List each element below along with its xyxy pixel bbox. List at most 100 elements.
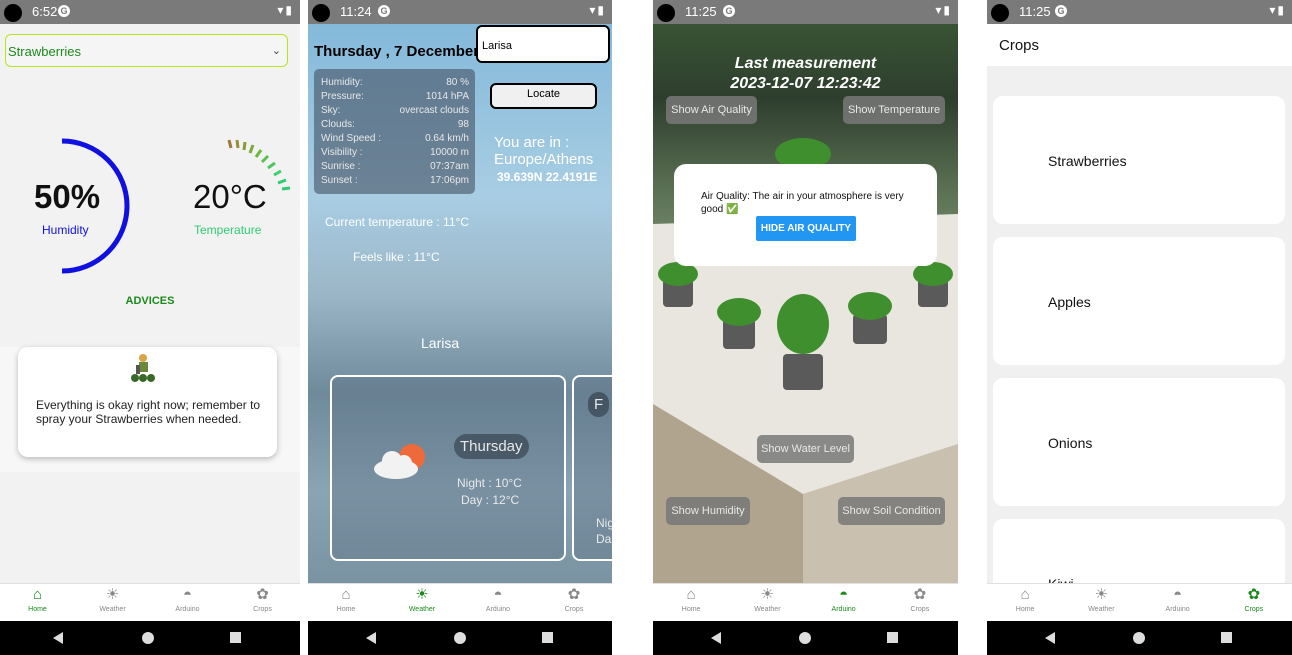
back-icon[interactable] xyxy=(711,632,721,644)
show-soil-condition-button[interactable]: Show Soil Condition xyxy=(838,497,945,525)
app-header: Crops xyxy=(987,24,1292,66)
feels-like: Feels like : 11°C xyxy=(353,250,440,264)
hide-air-quality-button[interactable]: HIDE AIR QUALITY xyxy=(756,216,856,241)
tab-arduino[interactable]: ◓ Arduino xyxy=(150,584,225,621)
system-nav-bar xyxy=(308,621,612,655)
location-info: You are in : Europe/Athens xyxy=(494,134,593,168)
bottom-tab-bar: ⌂ Home ☀ Weather ◓ Arduino ✿ Crops xyxy=(308,583,612,621)
back-icon[interactable] xyxy=(366,632,376,644)
forecast-card[interactable]: Thursday Night : 10°C Day : 12°C xyxy=(330,375,566,561)
tab-arduino[interactable]: ◓ Arduino xyxy=(806,584,882,621)
back-icon[interactable] xyxy=(1045,632,1055,644)
google-icon: G xyxy=(723,5,735,17)
crop-name: Strawberries xyxy=(1048,153,1127,169)
tab-arduino[interactable]: ◓ Arduino xyxy=(1140,584,1216,621)
tab-weather[interactable]: ☀ Weather xyxy=(729,584,805,621)
location-coords: 39.639N 22.4191E xyxy=(497,170,598,184)
tab-label: Home xyxy=(1015,606,1035,613)
tab-home[interactable]: ⌂ Home xyxy=(0,584,75,621)
tab-label: Arduino xyxy=(831,606,856,613)
tab-crops[interactable]: ✿ Crops xyxy=(536,584,612,621)
weather-row: Humidity: 80 % xyxy=(321,77,469,88)
tab-arduino[interactable]: ◓ Arduino xyxy=(460,584,536,621)
show-water-level-button[interactable]: Show Water Level xyxy=(757,435,854,463)
locate-button[interactable]: Locate xyxy=(490,83,597,109)
tab-label: Arduino xyxy=(485,606,511,613)
home-icon: ⌂ xyxy=(341,586,351,603)
last-measurement-header: Last measurement 2023-12-07 12:23:42 xyxy=(653,54,958,94)
android-icon: ◓ xyxy=(493,586,503,603)
status-time: 11:24 xyxy=(340,4,372,19)
forecast-day: Thursday xyxy=(454,434,529,459)
weather-details-panel: Humidity: 80 % Pressure: 1014 hPA Sky: over… xyxy=(314,69,475,194)
tab-label: Crops xyxy=(253,606,272,613)
crop-select-value: Strawberries xyxy=(8,44,81,59)
recents-icon[interactable] xyxy=(887,632,898,643)
system-nav-bar xyxy=(987,621,1292,655)
tab-weather[interactable]: ☀ Weather xyxy=(1063,584,1139,621)
recents-icon[interactable] xyxy=(542,632,553,643)
system-nav-bar xyxy=(0,621,300,655)
arduino-screen: 11:25 G ▾▮ Last measurement 2023-12-07 1… xyxy=(653,0,958,655)
forecast-day-temp: Da xyxy=(596,532,612,546)
crop-select[interactable]: Strawberries ⌄ xyxy=(5,34,288,67)
humidity-label: Humidity xyxy=(42,223,89,237)
tab-weather[interactable]: ☀ Weather xyxy=(75,584,150,621)
home-circle-icon[interactable] xyxy=(454,632,466,644)
tab-crops[interactable]: ✿ Crops xyxy=(225,584,300,621)
tab-label: Weather xyxy=(408,606,436,613)
plant-icon: ✿ xyxy=(1247,586,1261,603)
tab-home[interactable]: ⌂ Home xyxy=(987,584,1063,621)
show-temperature-button[interactable]: Show Temperature xyxy=(843,96,945,124)
crop-name: Onions xyxy=(1048,435,1093,451)
tab-label: Home xyxy=(681,606,701,613)
show-air-quality-button[interactable]: Show Air Quality xyxy=(666,96,757,124)
temperature-value: 20°C xyxy=(193,178,267,215)
tab-home[interactable]: ⌂ Home xyxy=(653,584,729,621)
weather-row: Clouds: 98 xyxy=(321,119,469,130)
tab-home[interactable]: ⌂ Home xyxy=(308,584,384,621)
recents-icon[interactable] xyxy=(230,632,241,643)
home-circle-icon[interactable] xyxy=(799,632,811,644)
plant-icon: ✿ xyxy=(567,586,581,603)
forecast-night: Nig xyxy=(596,516,612,530)
home-screen: 6:52 G ▾▮ Strawberries ⌄ 50% Humidity 20… xyxy=(0,0,300,655)
status-time: 11:25 xyxy=(1019,4,1051,19)
air-quality-message: Air Quality: The air in your atmosphere … xyxy=(701,191,904,215)
humidity-value: 50% xyxy=(34,178,101,215)
tab-weather[interactable]: ☀ Weather xyxy=(384,584,460,621)
weather-row: Sunset :17:06pm xyxy=(321,175,469,186)
tab-crops[interactable]: ✿ Crops xyxy=(1216,584,1292,621)
city-input[interactable]: Larisa xyxy=(476,25,610,63)
home-circle-icon[interactable] xyxy=(142,632,154,644)
recents-icon[interactable] xyxy=(1221,632,1232,643)
weather-row: Visibility :10000 m xyxy=(321,147,469,158)
crop-card[interactable]: Strawberries xyxy=(993,96,1285,224)
location-line1: You are in : xyxy=(494,134,570,151)
tab-crops[interactable]: ✿ Crops xyxy=(882,584,958,621)
location-timezone: Europe/Athens xyxy=(494,151,594,168)
temperature-label: Temperature xyxy=(194,223,262,237)
bottom-tab-bar: ⌂ Home ☀ Weather ◓ Arduino ✿ Crops xyxy=(653,583,958,621)
camera-cutout xyxy=(4,4,22,22)
crop-card[interactable]: Onions xyxy=(993,378,1285,506)
crop-card[interactable]: Apples xyxy=(993,237,1285,365)
bottom-tab-bar: ⌂ Home ☀ Weather ◓ Arduino ✿ Crops xyxy=(987,583,1292,621)
forecast-day-temp: Day : 12°C xyxy=(461,493,520,507)
android-icon: ◓ xyxy=(182,586,193,603)
tab-label: Weather xyxy=(1088,606,1115,613)
status-bar: 11:25 G ▾▮ xyxy=(987,0,1292,24)
camera-cutout xyxy=(657,4,675,22)
wifi-battery-icon: ▾▮ xyxy=(935,3,952,17)
farmer-icon xyxy=(131,354,155,382)
back-icon[interactable] xyxy=(53,632,63,644)
weather-icon: ☀ xyxy=(415,586,429,603)
crops-screen: 11:25 G ▾▮ Crops Strawberries Apples Oni… xyxy=(987,0,1292,655)
tab-label: Crops xyxy=(910,606,930,613)
home-circle-icon[interactable] xyxy=(1133,632,1145,644)
google-icon: G xyxy=(58,5,70,17)
forecast-day: F xyxy=(588,392,610,417)
home-icon: ⌂ xyxy=(686,586,696,603)
forecast-card[interactable]: F Nig Da xyxy=(572,375,612,561)
show-humidity-button[interactable]: Show Humidity xyxy=(666,497,750,525)
